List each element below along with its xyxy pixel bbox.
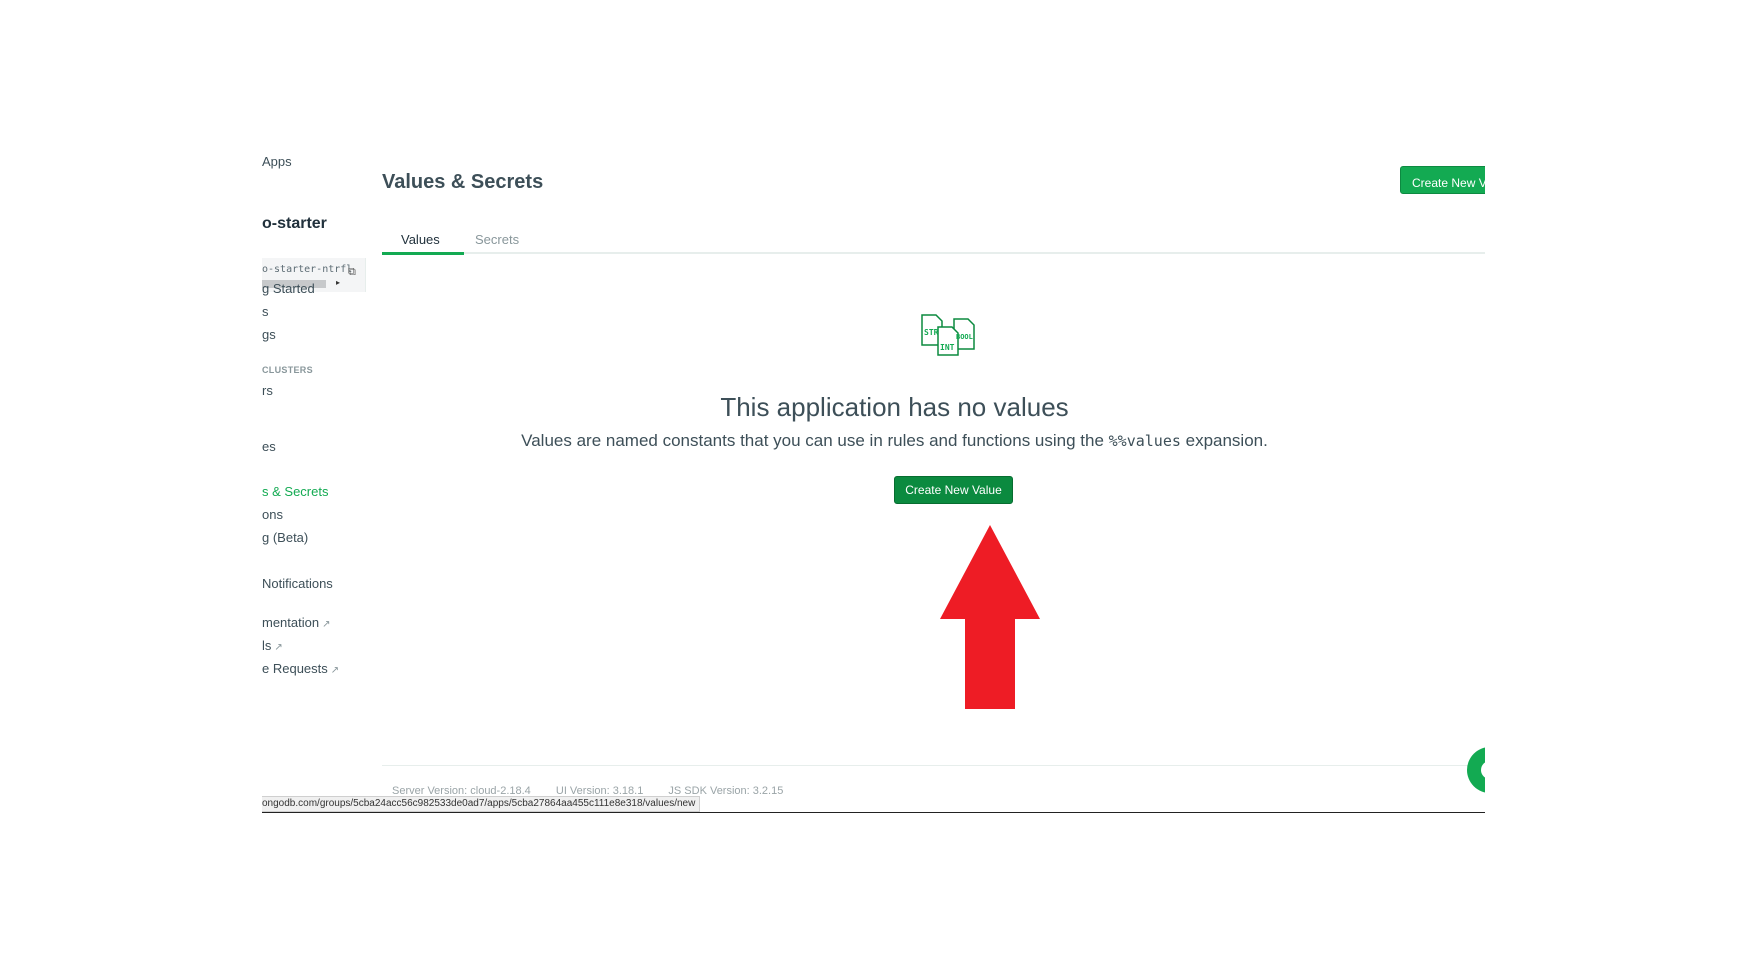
sidebar-item-feature-requests[interactable]: e Requests ↗ xyxy=(262,661,339,676)
browser-status-url: ongodb.com/groups/5cba24acc56c982533de0a… xyxy=(262,796,701,812)
sidebar-item-services[interactable]: es xyxy=(262,439,276,454)
value-types-icon: STR BOOL INT xyxy=(921,314,975,356)
annotation-arrow-up-icon xyxy=(940,525,1040,709)
sidebar-section-clusters: CLUSTERS xyxy=(262,365,313,375)
empty-state-title: This application has no values xyxy=(720,392,1069,422)
sidebar-item-logs[interactable]: gs xyxy=(262,327,276,342)
values-expansion-code: %%values xyxy=(1108,432,1181,450)
tab-secrets[interactable]: Secrets xyxy=(475,232,519,247)
active-tab-indicator xyxy=(382,252,464,255)
sidebar-item-users[interactable]: s xyxy=(262,304,269,319)
footer-divider xyxy=(382,765,1485,766)
main-content: Values & Secrets Create New Value Values… xyxy=(382,150,1485,813)
external-link-icon: ↗ xyxy=(330,665,340,676)
browser-viewport: Apps o-starter o-starter-ntrfl ▸ ⧉ g Sta… xyxy=(262,150,1485,813)
sidebar-item-values-secrets[interactable]: s & Secrets xyxy=(262,484,328,499)
tab-values[interactable]: Values xyxy=(401,232,440,247)
documentation-label: mentation xyxy=(262,615,320,630)
sidebar: Apps o-starter o-starter-ntrfl ▸ ⧉ g Sta… xyxy=(262,150,372,813)
sidebar-item-hosting[interactable]: g (Beta) xyxy=(262,530,308,545)
chat-icon xyxy=(1481,761,1485,779)
sidebar-item-push-notifications[interactable]: Notifications xyxy=(262,576,333,591)
sidebar-item-clusters[interactable]: rs xyxy=(262,383,273,398)
viewport-border xyxy=(262,812,1485,813)
description-text-1: Values are named constants that you can … xyxy=(521,431,1109,450)
copy-icon[interactable]: ⧉ xyxy=(348,266,356,279)
header-create-new-value-button[interactable]: Create New Value xyxy=(1400,166,1485,194)
int-label: INT xyxy=(940,343,955,352)
scroll-right-icon[interactable]: ▸ xyxy=(336,278,340,287)
feature-requests-label: e Requests xyxy=(262,661,328,676)
empty-state-description: Values are named constants that you can … xyxy=(382,431,1407,451)
external-link-icon: ↗ xyxy=(274,642,283,653)
sidebar-item-getting-started[interactable]: g Started xyxy=(262,281,315,296)
sidebar-item-tutorials[interactable]: ls ↗ xyxy=(262,638,283,653)
chat-widget-button[interactable] xyxy=(1467,747,1485,793)
bool-label: BOOL xyxy=(956,333,973,341)
external-link-icon: ↗ xyxy=(322,619,331,630)
sidebar-item-documentation[interactable]: mentation ↗ xyxy=(262,615,330,630)
page-title: Values & Secrets xyxy=(382,171,544,193)
sidebar-back-to-apps[interactable]: Apps xyxy=(262,154,292,169)
str-label: STR xyxy=(924,328,939,337)
description-text-2: expansion. xyxy=(1180,431,1268,450)
sidebar-item-functions[interactable]: ons xyxy=(262,507,283,522)
tutorials-label: ls xyxy=(262,638,272,653)
create-new-value-button[interactable]: Create New Value xyxy=(894,476,1013,504)
app-name: o-starter xyxy=(262,215,327,232)
tab-bar: Values Secrets xyxy=(382,228,1485,255)
app-id: o-starter-ntrfl xyxy=(262,264,353,275)
